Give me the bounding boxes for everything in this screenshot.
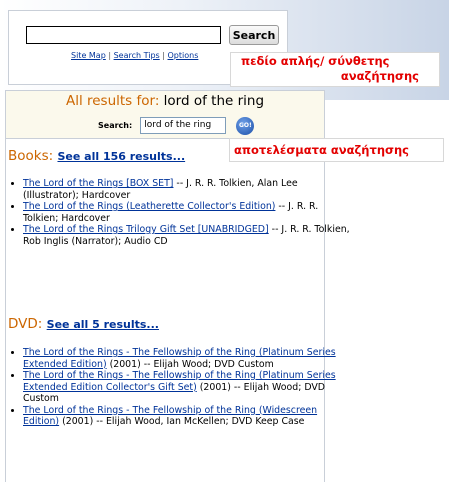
dvd-label: DVD:	[8, 316, 47, 332]
refine-search-input[interactable]: lord of the ring	[140, 117, 227, 134]
link-separator: |	[105, 51, 114, 60]
annotation-line-2: αναζήτησης	[340, 69, 419, 83]
search-field-annotation: πεδίο απλής/ σύνθετης αναζήτησης	[230, 52, 440, 87]
result-link[interactable]: The Lord of the Rings (Leatherette Colle…	[23, 201, 275, 212]
go-button[interactable]: GO!	[236, 116, 255, 135]
results-annotation: αποτελέσματα αναζήτησης	[229, 138, 444, 162]
result-details: (2001) -- Elijah Wood, Ian McKellen; DVD…	[59, 416, 305, 427]
books-see-all-link[interactable]: See all 156 results...	[57, 150, 185, 163]
link-separator: |	[159, 51, 168, 60]
site-map-link[interactable]: Site Map	[71, 51, 106, 60]
annotation-line-1: πεδίο απλής/ σύνθετης	[241, 54, 390, 68]
result-details: (2001) -- Elijah Wood; DVD Custom	[106, 358, 274, 370]
books-results-list: The Lord of the Rings [BOX SET] -- J. R.…	[8, 178, 353, 247]
dvd-see-all-link[interactable]: See all 5 results...	[47, 318, 159, 331]
books-label: Books:	[8, 148, 58, 164]
list-item: The Lord of the Rings - The Fellowship o…	[23, 347, 353, 370]
dvd-section-title: DVD: See all 5 results...	[8, 316, 159, 332]
search-button[interactable]: Search	[229, 25, 279, 45]
search-input[interactable]	[26, 26, 221, 44]
results-title: All results for: lord of the ring	[6, 93, 324, 109]
list-item: The Lord of the Rings Trilogy Gift Set […	[23, 224, 353, 247]
results-title-prefix: All results for:	[65, 93, 164, 109]
result-link[interactable]: The Lord of the Rings [BOX SET]	[23, 178, 173, 189]
options-link[interactable]: Options	[168, 51, 199, 60]
refine-search-label: Search:	[98, 121, 133, 130]
books-section-title: Books: See all 156 results...	[8, 148, 185, 164]
refine-search: Search: lord of the ring GO!	[98, 115, 255, 135]
dvd-results-list: The Lord of the Rings - The Fellowship o…	[8, 347, 353, 428]
list-item: The Lord of the Rings (Leatherette Colle…	[23, 201, 353, 224]
results-query: lord of the ring	[163, 93, 265, 109]
help-links: Site Map | Search Tips | Options	[71, 51, 198, 60]
list-item: The Lord of the Rings - The Fellowship o…	[23, 370, 353, 405]
results-header: All results for: lord of the ring Search…	[6, 91, 324, 139]
result-link[interactable]: The Lord of the Rings Trilogy Gift Set […	[23, 224, 269, 235]
list-item: The Lord of the Rings - The Fellowship o…	[23, 405, 353, 428]
list-item: The Lord of the Rings [BOX SET] -- J. R.…	[23, 178, 353, 201]
search-tips-link[interactable]: Search Tips	[114, 51, 160, 60]
